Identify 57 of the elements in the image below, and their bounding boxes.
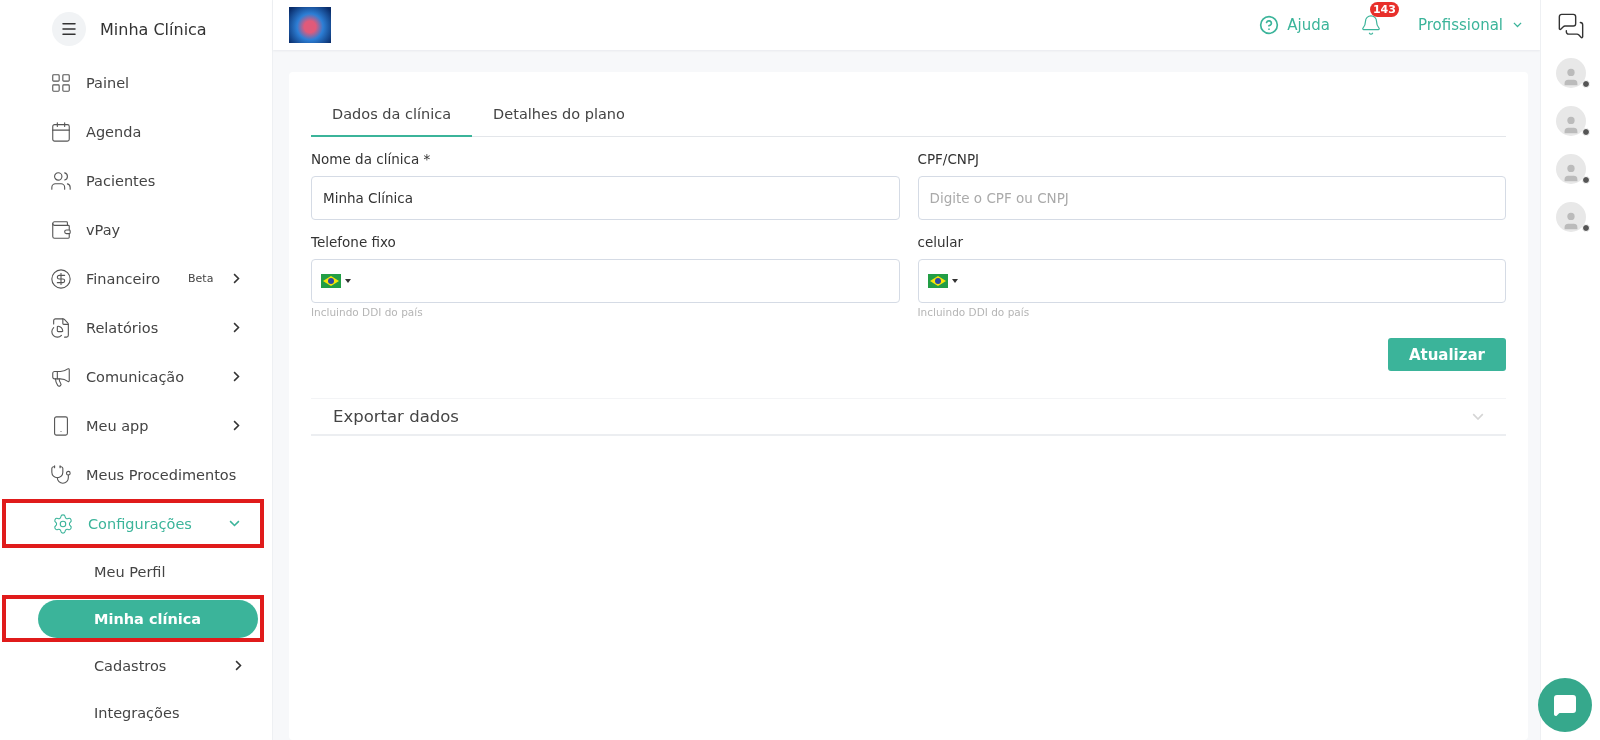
chat-icon[interactable] (1556, 12, 1585, 40)
megaphone-icon (50, 365, 72, 388)
help-icon (1259, 15, 1280, 35)
submenu-item[interactable]: Integrações (38, 693, 258, 732)
tab[interactable]: Detalhes do plano (472, 96, 646, 137)
phone-field[interactable] (311, 259, 900, 303)
field-label: celular (917, 234, 965, 250)
submenu-item[interactable]: Cadastros (38, 646, 258, 685)
field-hint: Incluindo DDI do país (917, 306, 1031, 318)
field-hint: Incluindo DDI do país (311, 306, 424, 318)
clinic-name: Minha Clínica (100, 19, 207, 39)
chat-bubble-icon (1553, 693, 1577, 717)
field-label: Nome da clínica * (311, 151, 432, 167)
calendar-icon (50, 120, 72, 143)
sidebar-item[interactable]: Financeiro Beta (0, 254, 264, 303)
brazil-flag-icon (321, 274, 341, 288)
sidebar-item[interactable]: Meu app (0, 401, 264, 450)
chevron-right-icon (233, 371, 240, 382)
settings-icon (52, 512, 74, 535)
sidebar-item[interactable]: Painel (0, 58, 264, 107)
submenu-item[interactable]: Meu Perfil (38, 552, 258, 591)
sidebar-item[interactable]: Meus Procedimentos (0, 450, 264, 499)
brazil-flag-icon (927, 274, 948, 288)
phone-field[interactable] (917, 259, 1506, 303)
bell-icon[interactable] (1359, 14, 1382, 36)
input-field[interactable]: Minha Clínica (311, 176, 900, 220)
sidebar-item[interactable]: Relatórios (0, 303, 264, 352)
sidebar-item[interactable]: Agenda (0, 107, 264, 156)
menu-icon (60, 20, 78, 38)
sidebar-item[interactable]: Pacientes (0, 156, 264, 205)
caret-icon (345, 279, 351, 283)
chevron-right-icon (233, 322, 240, 333)
chevron-right-icon (233, 273, 240, 284)
sidebar-item[interactable]: vPay (0, 205, 264, 254)
logo-image (289, 7, 331, 43)
sidebar-item[interactable]: Comunicação (0, 352, 264, 401)
tab[interactable]: Dados da clínica (311, 96, 473, 137)
notification-count: 143 (1369, 2, 1399, 17)
dashboard-icon (50, 71, 72, 94)
field-label: CPF/CNPJ (917, 151, 981, 167)
beta-label: Beta (188, 272, 214, 285)
caret-icon (951, 279, 958, 283)
users-icon (50, 169, 72, 192)
chat-button[interactable] (1538, 678, 1592, 732)
field-label: Telefone fixo (311, 234, 397, 250)
chevron-down-icon (1513, 22, 1522, 28)
wallet-icon (50, 218, 72, 241)
input-field[interactable]: Digite o CPF ou CNPJ (917, 176, 1506, 220)
chevron-down-icon (229, 520, 240, 527)
chevron-right-icon (233, 420, 240, 431)
export-accordion[interactable]: Exportar dados (311, 398, 1506, 436)
chevron-right-icon (235, 660, 242, 671)
menu-button[interactable] (52, 12, 86, 46)
chevron-down-icon (1472, 412, 1484, 421)
report-icon (50, 316, 72, 339)
dollar-icon (50, 267, 72, 290)
stethoscope-icon (50, 463, 72, 486)
